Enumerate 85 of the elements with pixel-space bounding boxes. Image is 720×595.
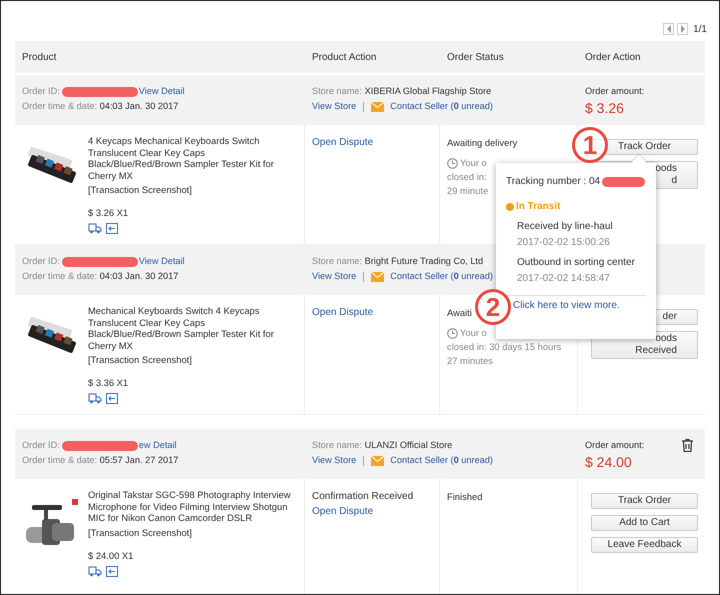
view-detail-link[interactable]: View Detail <box>138 84 185 99</box>
countdown-text: Your o <box>460 156 487 170</box>
page-indicator: 1/1 <box>693 24 707 34</box>
open-dispute-link[interactable]: Open Dispute <box>312 504 374 519</box>
view-more-link[interactable]: Click here to view more. <box>513 300 620 311</box>
countdown-text: closed in: 30 days 15 hours <box>447 340 562 354</box>
order-status: Finished <box>447 490 482 504</box>
previous-page-button[interactable] <box>663 23 674 35</box>
order-date: 04:03 Jan. 30 2017 <box>100 270 178 283</box>
contact-seller-link[interactable]: Contact Seller (0 unread) <box>390 269 493 284</box>
status-dot <box>506 202 514 210</box>
product-price: $ 24.00 X1 <box>88 550 134 560</box>
order-amount: $ 3.26 <box>585 100 625 116</box>
envelope-icon <box>371 272 384 282</box>
caret-right-icon <box>680 25 686 33</box>
store-name: Bright Future Trading Co, Ltd <box>364 255 484 268</box>
transaction-screenshot-link[interactable]: [Transaction Screenshot] <box>88 354 297 365</box>
store-name-label: Store name: <box>312 85 362 98</box>
tracking-time: 2017-02-02 14:58:47 <box>517 273 611 284</box>
clock-icon <box>447 328 458 338</box>
redaction-mark <box>602 176 645 186</box>
caret-left-icon <box>666 25 672 33</box>
product-title[interactable]: 4 Keycaps Mechanical Keyboards Switch Translucent Clear Key Caps Black/Blue/Red/Brown Sampler Tester Kit for Cherry MX <box>88 135 297 181</box>
order-action-button[interactable]: Track Order <box>591 493 698 509</box>
countdown-text: closed in: <box>447 170 487 184</box>
order-date: 04:03 Jan. 30 2017 <box>100 100 178 113</box>
truck-icon[interactable] <box>88 393 102 404</box>
view-detail-link[interactable]: ew Detail <box>138 438 177 453</box>
trash-icon[interactable] <box>682 439 693 452</box>
return-icon[interactable] <box>106 393 118 404</box>
view-store-link[interactable]: View Store <box>312 453 356 468</box>
product-action-status: Confirmation Received <box>312 490 414 504</box>
order-id-label: Order ID: <box>22 439 60 452</box>
view-store-link[interactable]: View Store <box>312 99 356 114</box>
order-amount: $ 24.00 <box>585 454 633 470</box>
store-name: XIBERIA Global Flagship Store <box>364 85 492 98</box>
countdown-text: 27 minutes <box>447 354 493 368</box>
truck-icon[interactable] <box>88 223 102 234</box>
store-name-label: Store name: <box>312 255 362 268</box>
product-price: $ 3.26 X1 <box>88 207 130 218</box>
order-date: 05:57 Jan. 27 2017 <box>100 454 178 467</box>
order-id-label: Order ID: <box>22 255 60 268</box>
contact-seller-link[interactable]: Contact Seller (0 unread) <box>390 453 493 468</box>
order-action-button[interactable]: Leave Feedback <box>591 537 698 553</box>
order-id-label: Order ID: <box>22 85 60 98</box>
column-header: Product <box>21 52 58 62</box>
order-action-button[interactable]: Add to Cart <box>591 515 698 531</box>
view-store-link[interactable]: View Store <box>312 269 356 284</box>
clock-icon <box>447 158 458 168</box>
tracking-event: Outbound in sorting center <box>517 257 636 268</box>
countdown-text: 29 minute <box>447 184 488 198</box>
open-dispute-link[interactable]: Open Dispute <box>312 305 374 320</box>
product-price: $ 3.36 X1 <box>88 377 130 388</box>
order-date-label: Order time & date: <box>22 454 98 467</box>
countdown-text: Your o <box>460 326 487 340</box>
store-name: ULANZI Official Store <box>364 439 452 452</box>
product-title[interactable]: Original Takstar SGC-598 Photography Interview Microphone for Video Filming Interview Shotgun MIC for Nikon Canon Camcorder DSLR <box>88 489 297 524</box>
tracking-event: Received by line-haul <box>517 221 614 232</box>
order-amount-label: Order amount: <box>585 85 644 98</box>
number-marker: 1 <box>572 127 608 163</box>
transit-status: In Transit <box>516 201 560 212</box>
product-title[interactable]: Mechanical Keyboards Switch 4 Keycaps Translucent Clear Key Caps Black/Blue/Red/Brown Sampler Tester Kit for Cherry MX <box>88 305 297 351</box>
open-dispute-link[interactable]: Open Dispute <box>312 135 374 150</box>
transaction-screenshot-link[interactable]: [Transaction Screenshot] <box>88 526 297 538</box>
order-status: Awaiti <box>447 306 472 320</box>
return-icon[interactable] <box>106 566 118 576</box>
column-header: Order Action <box>584 52 642 62</box>
order-status: Awaiting delivery <box>447 136 518 150</box>
next-page-button[interactable] <box>677 23 688 35</box>
order-date-label: Order time & date: <box>22 270 98 283</box>
transaction-screenshot-link[interactable]: [Transaction Screenshot] <box>88 184 297 195</box>
return-icon[interactable] <box>106 223 118 234</box>
column-header: Order Status <box>446 52 505 62</box>
number-marker: 2 <box>475 289 511 325</box>
contact-seller-link[interactable]: Contact Seller (0 unread) <box>390 99 493 114</box>
order-date-label: Order time & date: <box>22 100 98 113</box>
view-detail-link[interactable]: View Detail <box>138 254 185 269</box>
tracking-time: 2017-02-02 15:00:26 <box>517 237 611 248</box>
envelope-icon <box>371 456 384 466</box>
store-name-label: Store name: <box>312 439 362 452</box>
truck-icon[interactable] <box>88 566 102 576</box>
tracking-number-label: Tracking number : 04 <box>506 176 600 187</box>
order-amount-label: Order amount: <box>585 439 644 452</box>
envelope-icon <box>371 102 384 112</box>
column-header: Product Action <box>311 52 378 62</box>
